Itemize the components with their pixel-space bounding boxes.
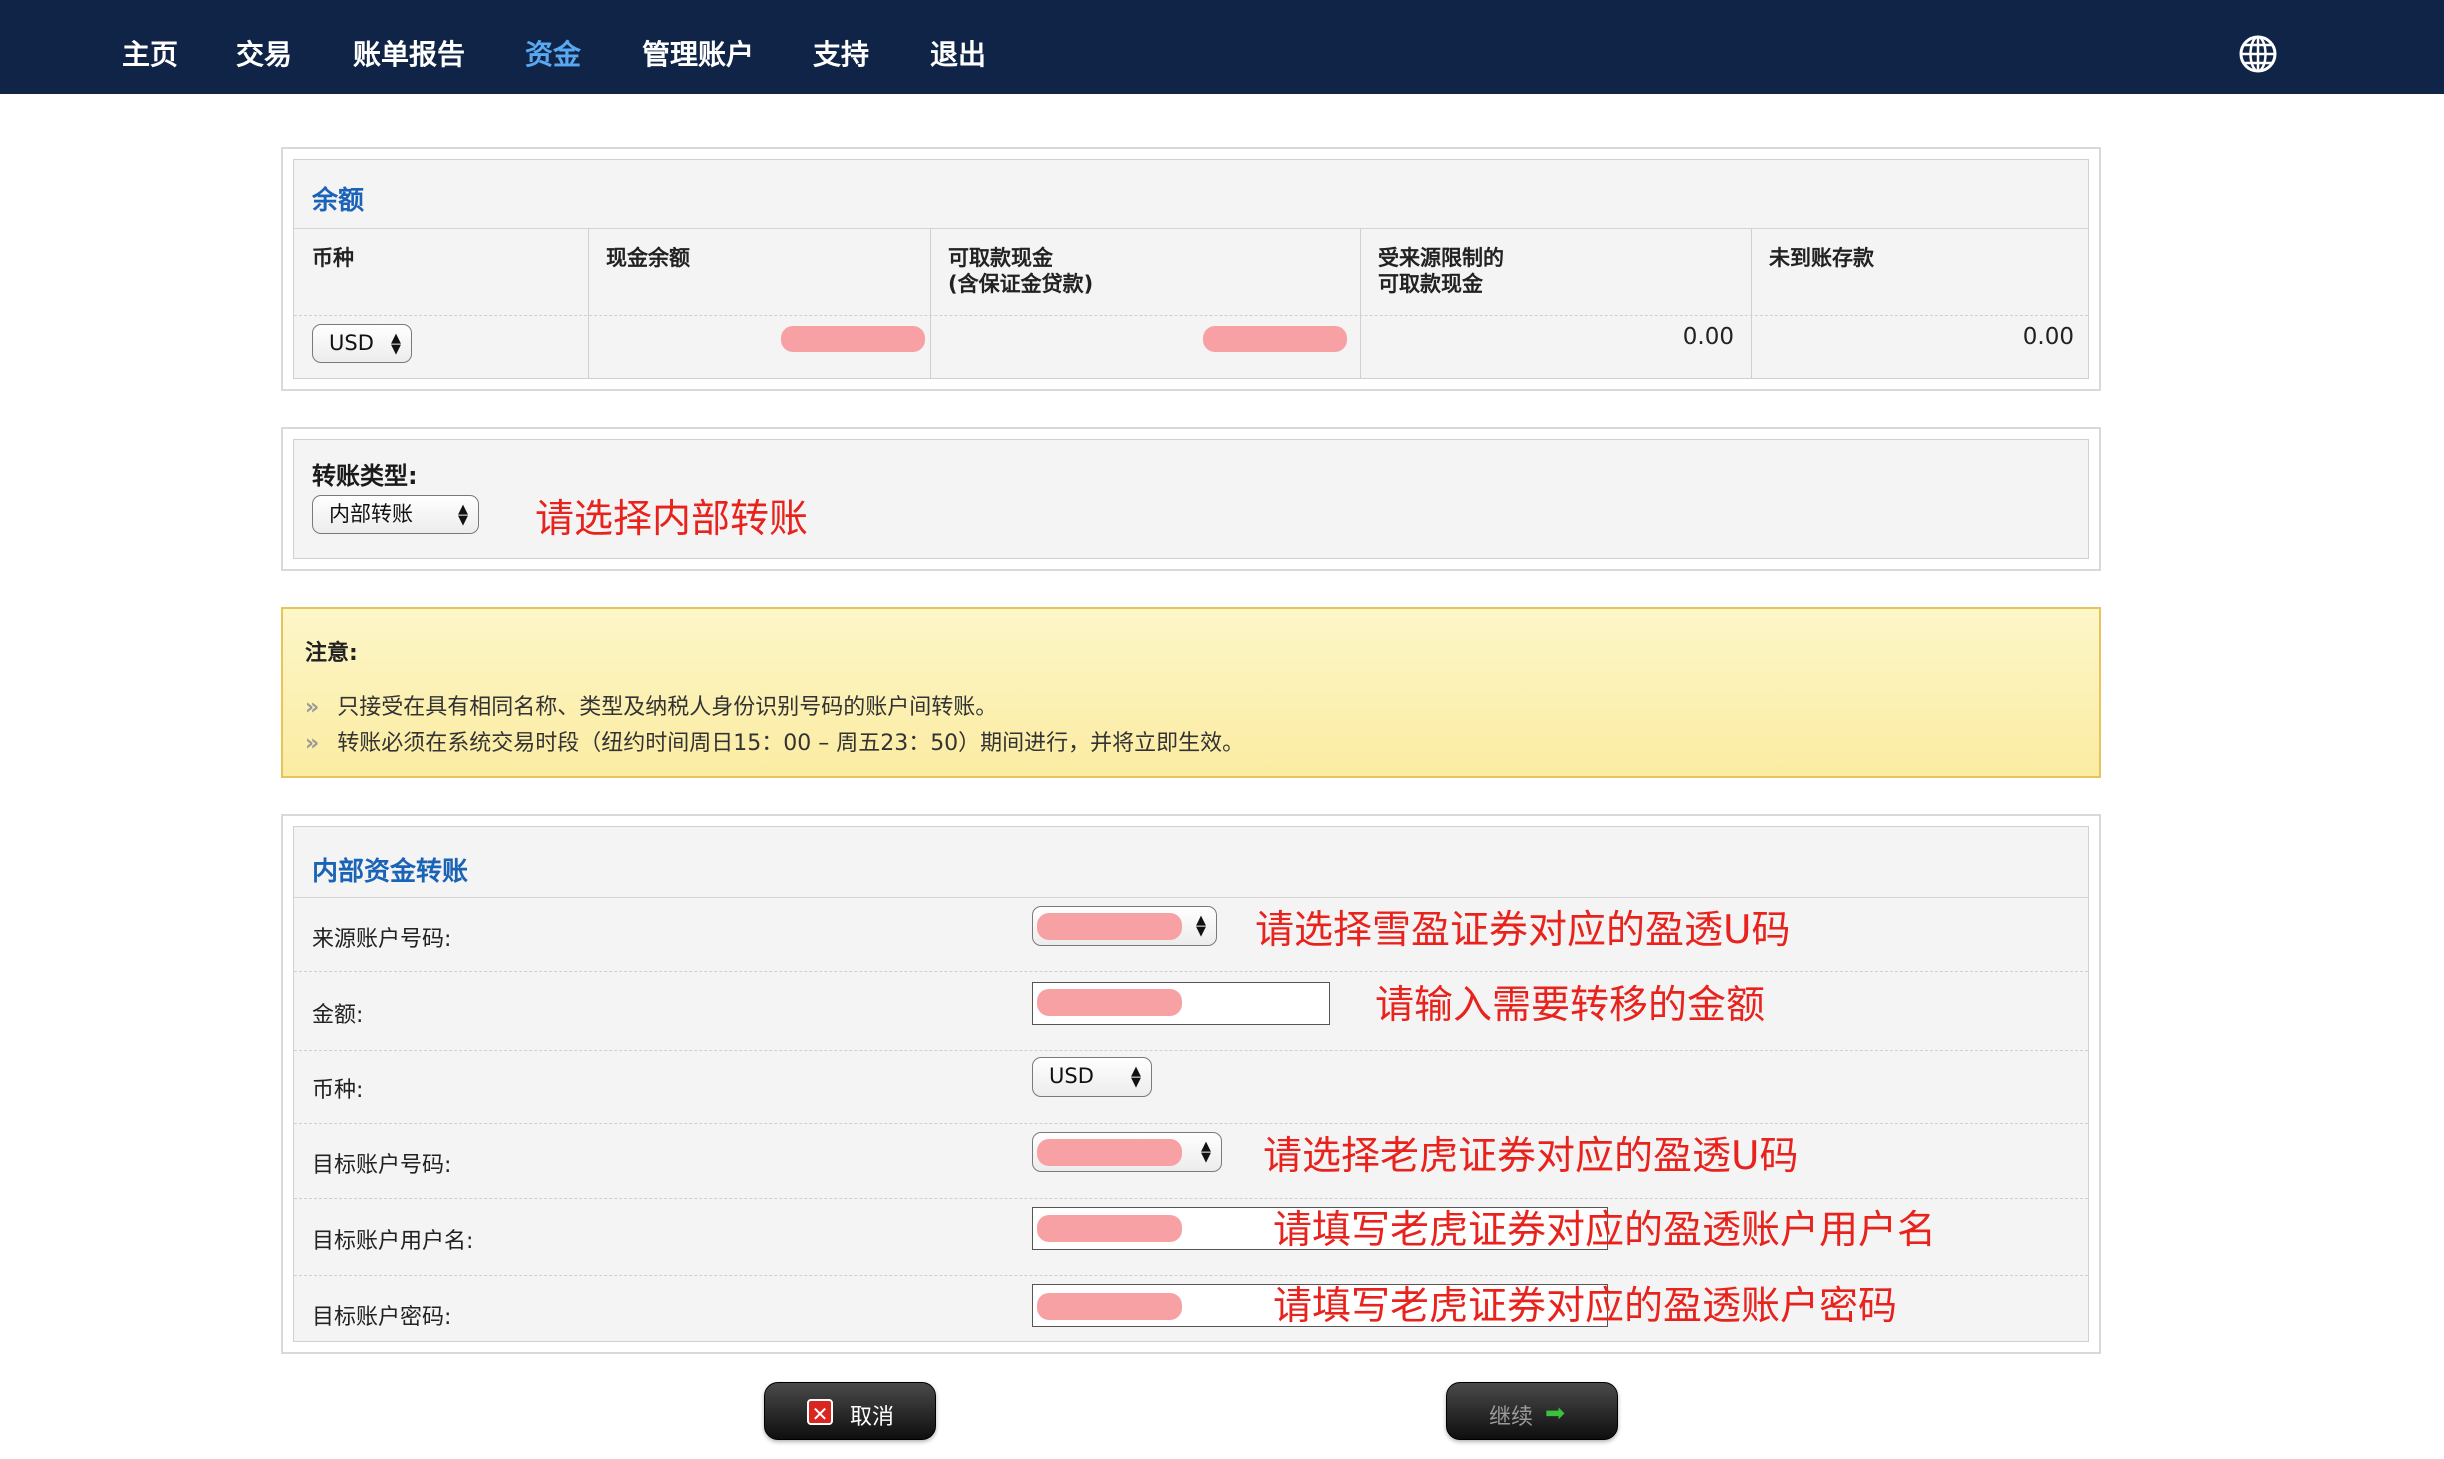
- cancel-button-label: 取消: [850, 1405, 895, 1430]
- transfer-type-label: 转账类型:: [312, 462, 418, 490]
- transfer-type-value: 内部转账: [329, 502, 413, 526]
- redacted-source-account: [1037, 913, 1182, 940]
- select-arrows-icon: ▲ ▼: [458, 501, 468, 528]
- notice-text: 转账必须在系统交易时段（纽约时间周日15：00 – 周五23：50）期间进行，并…: [337, 731, 1245, 756]
- bullet-icon: »: [305, 695, 320, 720]
- column-divider: [930, 228, 931, 378]
- header-currency: 币种: [312, 246, 354, 270]
- target-username-label: 目标账户用户名:: [312, 1229, 474, 1254]
- close-icon: ✕: [807, 1399, 833, 1426]
- transfer-currency-select[interactable]: USD ▲ ▼: [1032, 1057, 1152, 1097]
- notice-title: 注意:: [305, 641, 358, 666]
- redacted-target-password: [1037, 1293, 1182, 1320]
- balance-panel: 余额 币种 现金余额 可取款现金 (含保证金贷款) 受来源限制的 可取款现金 未…: [281, 147, 2101, 391]
- header-withdrawable-cash: 可取款现金 (含保证金贷款): [948, 246, 1094, 296]
- notice-line: » 转账必须在系统交易时段（纽约时间周日15：00 – 周五23：50）期间进行，…: [305, 725, 1244, 757]
- transfer-type-inner: 转账类型: 内部转账 ▲ ▼ 请选择内部转账: [293, 439, 2089, 559]
- header-cash-balance: 现金余额: [606, 246, 690, 270]
- header-restricted-cash: 受来源限制的 可取款现金: [1378, 246, 1504, 296]
- transfer-type-panel: 转账类型: 内部转账 ▲ ▼ 请选择内部转账: [281, 427, 2101, 571]
- bullet-icon: »: [305, 731, 320, 756]
- notice-line: » 只接受在具有相同名称、类型及纳税人身份识别号码的账户间转账。: [305, 689, 997, 721]
- divider: [294, 897, 2088, 898]
- column-divider: [1751, 228, 1752, 378]
- nav-trade[interactable]: 交易: [236, 0, 292, 94]
- column-divider: [588, 228, 589, 378]
- continue-button[interactable]: 继续 ➡: [1446, 1382, 1618, 1440]
- annotation-amount: 请输入需要转移的金额: [1375, 983, 1766, 1028]
- nav-funds[interactable]: 资金: [525, 0, 581, 94]
- top-nav: 主页 交易 账单报告 资金 管理账户 支持 退出: [0, 0, 2444, 94]
- transfer-type-select[interactable]: 内部转账 ▲ ▼: [312, 495, 479, 534]
- redacted-target-username: [1037, 1215, 1182, 1242]
- divider: [294, 315, 2088, 316]
- annotation-target-account: 请选择老虎证券对应的盈透U码: [1263, 1134, 1799, 1179]
- divider: [294, 1050, 2088, 1051]
- transfer-currency-value: USD: [1049, 1064, 1094, 1088]
- annotation-target-username: 请填写老虎证券对应的盈透账户用户名: [1273, 1208, 1937, 1253]
- divider: [294, 228, 2088, 229]
- select-arrows-icon: ▲ ▼: [1131, 1064, 1141, 1090]
- pending-deposits-value: 0.00: [2022, 324, 2074, 350]
- nav-manage-account[interactable]: 管理账户: [642, 0, 754, 94]
- source-account-label: 来源账户号码:: [312, 927, 452, 952]
- internal-transfer-title: 内部资金转账: [312, 857, 469, 887]
- arrow-right-icon: ➡: [1545, 1399, 1566, 1427]
- redacted-amount: [1037, 989, 1182, 1016]
- currency-label: 币种:: [312, 1078, 364, 1103]
- select-arrows-icon: ▲ ▼: [1196, 913, 1206, 939]
- cancel-button[interactable]: ✕ 取消: [764, 1382, 936, 1440]
- currency-select-value: USD: [329, 331, 374, 355]
- target-password-label: 目标账户密码:: [312, 1305, 452, 1330]
- header-pending-deposits: 未到账存款: [1769, 246, 1874, 270]
- nav-logout[interactable]: 退出: [930, 0, 986, 94]
- annotation-source-account: 请选择雪盈证券对应的盈透U码: [1255, 908, 1791, 953]
- annotation-target-password: 请填写老虎证券对应的盈透账户密码: [1273, 1284, 1898, 1329]
- nav-reports[interactable]: 账单报告: [353, 0, 465, 94]
- redacted-cash-balance: [781, 326, 925, 352]
- redacted-target-account: [1037, 1139, 1182, 1166]
- nav-home[interactable]: 主页: [122, 0, 178, 94]
- notice-text: 只接受在具有相同名称、类型及纳税人身份识别号码的账户间转账。: [337, 695, 998, 720]
- internal-transfer-panel: 内部资金转账 来源账户号码: ▲ ▼ 请选择雪盈证券对应的盈透U码 金额: 请输入…: [281, 814, 2101, 1354]
- continue-button-label: 继续: [1489, 1405, 1534, 1430]
- select-arrows-icon: ▲ ▼: [1201, 1139, 1211, 1165]
- restricted-cash-value: 0.00: [1682, 324, 1734, 350]
- column-divider: [1360, 228, 1361, 378]
- select-arrows-icon: ▲ ▼: [391, 330, 401, 357]
- internal-transfer-inner: 内部资金转账 来源账户号码: ▲ ▼ 请选择雪盈证券对应的盈透U码 金额: 请输入…: [293, 826, 2089, 1342]
- currency-select[interactable]: USD ▲ ▼: [312, 324, 412, 363]
- annotation-transfer-type: 请选择内部转账: [535, 497, 809, 542]
- divider: [294, 971, 2088, 972]
- redacted-withdrawable-cash: [1203, 326, 1347, 352]
- target-account-label: 目标账户号码:: [312, 1153, 452, 1178]
- nav-support[interactable]: 支持: [813, 0, 869, 94]
- amount-label: 金额:: [312, 1003, 364, 1028]
- notice-box: 注意: » 只接受在具有相同名称、类型及纳税人身份识别号码的账户间转账。 » 转账必…: [281, 607, 2101, 778]
- divider: [294, 1123, 2088, 1124]
- globe-icon[interactable]: [2238, 34, 2278, 74]
- balance-title: 余额: [312, 186, 365, 216]
- balance-panel-inner: 余额 币种 现金余额 可取款现金 (含保证金贷款) 受来源限制的 可取款现金 未…: [293, 159, 2089, 379]
